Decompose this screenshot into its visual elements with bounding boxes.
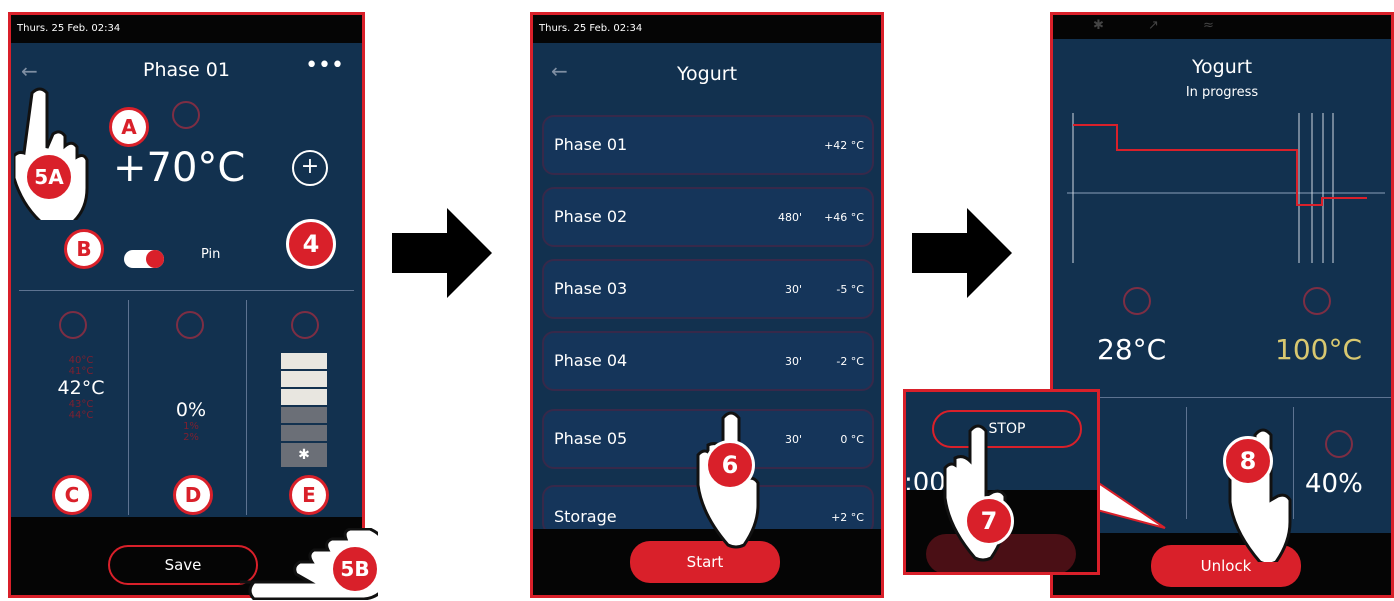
fan-symbol-icon: ✱ bbox=[281, 443, 327, 467]
status-time: Thurs. 25 Feb. 02:34 bbox=[17, 23, 121, 34]
arrow-right-icon bbox=[912, 208, 1012, 298]
phase-temp: +46 °C bbox=[824, 211, 864, 224]
callout-5a: 5A bbox=[24, 152, 74, 202]
probe-icon bbox=[1303, 287, 1331, 315]
callout-e: E bbox=[289, 475, 329, 515]
callout-5b: 5B bbox=[330, 544, 380, 594]
fan-speed-value: 40% bbox=[1305, 469, 1363, 499]
phase-name: Phase 02 bbox=[554, 207, 628, 226]
phase-temp: +42 °C bbox=[824, 139, 864, 152]
phase-temp: 0 °C bbox=[840, 433, 864, 446]
phase-card[interactable]: Phase 04 30' -2 °C bbox=[542, 331, 874, 391]
phase-name: Phase 04 bbox=[554, 351, 628, 370]
phase-name: Phase 01 bbox=[554, 135, 628, 154]
phase-duration: 30' bbox=[784, 433, 802, 446]
callout-b: B bbox=[64, 229, 104, 269]
save-button[interactable]: Save bbox=[108, 545, 258, 585]
divider-vertical bbox=[246, 300, 247, 515]
phase-temp: -5 °C bbox=[836, 283, 864, 296]
zoom-pointer bbox=[1096, 480, 1166, 529]
phase-card[interactable]: Phase 01 +42 °C bbox=[542, 115, 874, 175]
callout-6: 6 bbox=[705, 440, 755, 490]
status-bar: Thurs. 25 Feb. 02:34 bbox=[11, 15, 362, 43]
humidity-value-option: 2% bbox=[183, 432, 199, 443]
phase-temp: -2 °C bbox=[836, 355, 864, 368]
probe-temperature: 100°C bbox=[1275, 333, 1362, 366]
divider bbox=[19, 290, 354, 291]
page-subtitle: In progress bbox=[1185, 85, 1259, 100]
pin-toggle[interactable] bbox=[124, 250, 164, 268]
temperature-value: +70°C bbox=[113, 145, 246, 191]
humidity-value-option: 1% bbox=[183, 421, 199, 432]
humidity-value-selected: 0% bbox=[175, 399, 207, 421]
temperature-curve-chart bbox=[1067, 113, 1385, 263]
callout-4: 4 bbox=[286, 219, 336, 269]
divider-vertical bbox=[128, 300, 129, 515]
thermometer-icon bbox=[172, 101, 200, 129]
page-title: Yogurt bbox=[1191, 56, 1253, 78]
fan-icon bbox=[291, 311, 319, 339]
phase-name: Phase 05 bbox=[554, 429, 628, 448]
phase-card[interactable]: Phase 03 30' -5 °C bbox=[542, 259, 874, 319]
probe-value-option: 43°C bbox=[68, 399, 94, 410]
page-title: Yogurt bbox=[676, 63, 738, 85]
callout-c: C bbox=[52, 475, 92, 515]
arrow-right-icon bbox=[392, 208, 492, 298]
chamber-temperature: 28°C bbox=[1097, 333, 1167, 366]
phase-temp: +2 °C bbox=[831, 511, 864, 524]
status-time: Thurs. 25 Feb. 02:34 bbox=[539, 23, 643, 34]
fan-status-icon: ✱ bbox=[1093, 18, 1104, 33]
probe-icon bbox=[59, 311, 87, 339]
pin-label: Pin bbox=[201, 247, 221, 262]
thermometer-icon bbox=[1123, 287, 1151, 315]
more-options-icon[interactable]: ••• bbox=[305, 53, 344, 78]
phase-duration: 30' bbox=[784, 283, 802, 296]
plus-button[interactable]: + bbox=[292, 150, 328, 186]
phase-card[interactable]: Phase 02 480' +46 °C bbox=[542, 187, 874, 247]
callout-d: D bbox=[173, 475, 213, 515]
status-bar: ✱ ↗ ≈ bbox=[1053, 15, 1391, 39]
divider-vertical bbox=[1186, 407, 1187, 519]
fan-icon bbox=[1325, 430, 1353, 458]
probe-status-icon: ↗ bbox=[1148, 18, 1159, 33]
fan-speed-slider[interactable]: ✱ bbox=[281, 353, 327, 473]
phase-name: Phase 03 bbox=[554, 279, 628, 298]
probe-value-option: 44°C bbox=[68, 410, 94, 421]
humidity-icon bbox=[176, 311, 204, 339]
phase-duration: 30' bbox=[784, 355, 802, 368]
callout-a: A bbox=[109, 107, 149, 147]
divider bbox=[1053, 397, 1391, 398]
callout-7: 7 bbox=[964, 496, 1014, 546]
probe-value-option: 40°C bbox=[68, 355, 94, 366]
probe-value-option: 41°C bbox=[68, 366, 94, 377]
probe-value-selected: 42°C bbox=[57, 377, 105, 399]
phase-duration: 480' bbox=[777, 211, 802, 224]
humidity-value-list[interactable]: 0% 1% 2% bbox=[161, 399, 221, 443]
probe-value-list[interactable]: 40°C 41°C 42°C 43°C 44°C bbox=[51, 355, 111, 421]
heat-status-icon: ≈ bbox=[1203, 18, 1214, 33]
phase-name: Storage bbox=[554, 507, 617, 526]
status-bar: Thurs. 25 Feb. 02:34 bbox=[533, 15, 881, 43]
callout-8: 8 bbox=[1223, 436, 1273, 486]
